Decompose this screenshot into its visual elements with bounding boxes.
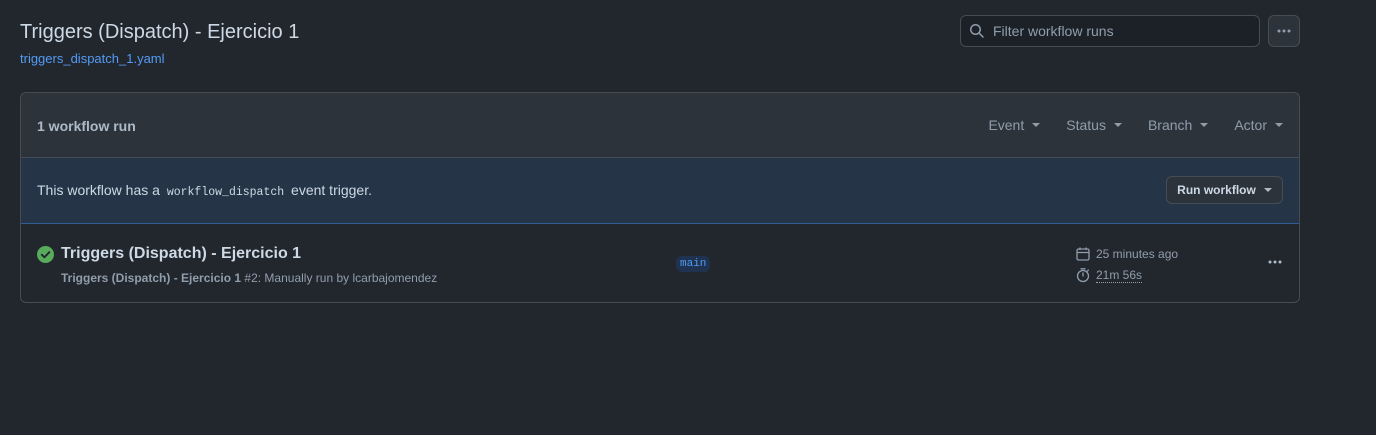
filter-runs-field[interactable] (960, 15, 1260, 47)
triangle-down-icon (1263, 188, 1272, 192)
run-number: #2 (244, 271, 258, 285)
event-filter-dropdown[interactable]: Event (988, 117, 1041, 133)
banner-text-after: event trigger. (287, 182, 372, 198)
run-workflow-label: Run workflow (1177, 183, 1256, 197)
actor-filter-label: Actor (1234, 117, 1267, 133)
status-filter-label: Status (1066, 117, 1106, 133)
dispatch-trigger-code: workflow_dispatch (166, 186, 285, 199)
actor-filter-dropdown[interactable]: Actor (1234, 117, 1283, 133)
stopwatch-icon (1076, 268, 1090, 283)
run-options-button[interactable] (1263, 252, 1287, 272)
run-duration: 21m 56s (1075, 267, 1205, 283)
run-description: : Manually run by lcarbajomendez (257, 271, 438, 285)
branch-filter-label: Branch (1147, 117, 1193, 133)
dispatch-banner-text: This workflow has a workflow_dispatch ev… (37, 182, 372, 199)
triangle-down-icon (1032, 123, 1041, 127)
calendar-icon (1076, 247, 1090, 261)
page-title: Triggers (Dispatch) - Ejercicio 1 (20, 21, 300, 43)
run-filters: Event Status Branch Actor (988, 93, 1283, 157)
workflow-runs-page: Triggers (Dispatch) - Ejercicio 1 trigge… (0, 0, 1376, 435)
runs-list-header: 1 workflow run Event Status Branch Actor (21, 93, 1299, 158)
run-title-link[interactable]: Triggers (Dispatch) - Ejercicio 1 (61, 245, 301, 263)
branch-filter-dropdown[interactable]: Branch (1147, 117, 1209, 133)
check-circle-fill-icon (37, 246, 54, 263)
branch-label[interactable]: main (676, 256, 711, 272)
filter-runs-input[interactable] (993, 16, 1259, 46)
run-workflow-name: Triggers (Dispatch) - Ejercicio 1 (61, 271, 242, 285)
event-filter-label: Event (988, 117, 1025, 133)
more-options-button[interactable] (1268, 15, 1300, 47)
workflow-file-link[interactable]: triggers_dispatch_1.yaml (20, 51, 165, 66)
run-subtitle: Triggers (Dispatch) - Ejercicio 1 #2: Ma… (61, 271, 437, 285)
dispatch-banner: This workflow has a workflow_dispatch ev… (21, 158, 1299, 224)
triangle-down-icon (1200, 123, 1209, 127)
kebab-horizontal-icon (1268, 260, 1282, 264)
search-icon (961, 16, 993, 46)
status-filter-dropdown[interactable]: Status (1066, 117, 1122, 133)
run-count: 1 workflow run (37, 118, 136, 134)
run-time-ago: 25 minutes ago (1096, 247, 1179, 261)
run-workflow-button[interactable]: Run workflow (1166, 176, 1283, 204)
triangle-down-icon (1275, 123, 1283, 127)
triangle-down-icon (1113, 123, 1122, 127)
workflow-runs-box: 1 workflow run Event Status Branch Actor (20, 92, 1300, 303)
run-duration-value: 21m 56s (1096, 267, 1143, 283)
run-time: 25 minutes ago (1075, 246, 1205, 262)
banner-text-before: This workflow has a (37, 182, 164, 198)
workflow-run-row[interactable]: Triggers (Dispatch) - Ejercicio 1 Trigge… (21, 224, 1299, 302)
kebab-horizontal-icon (1277, 29, 1291, 33)
